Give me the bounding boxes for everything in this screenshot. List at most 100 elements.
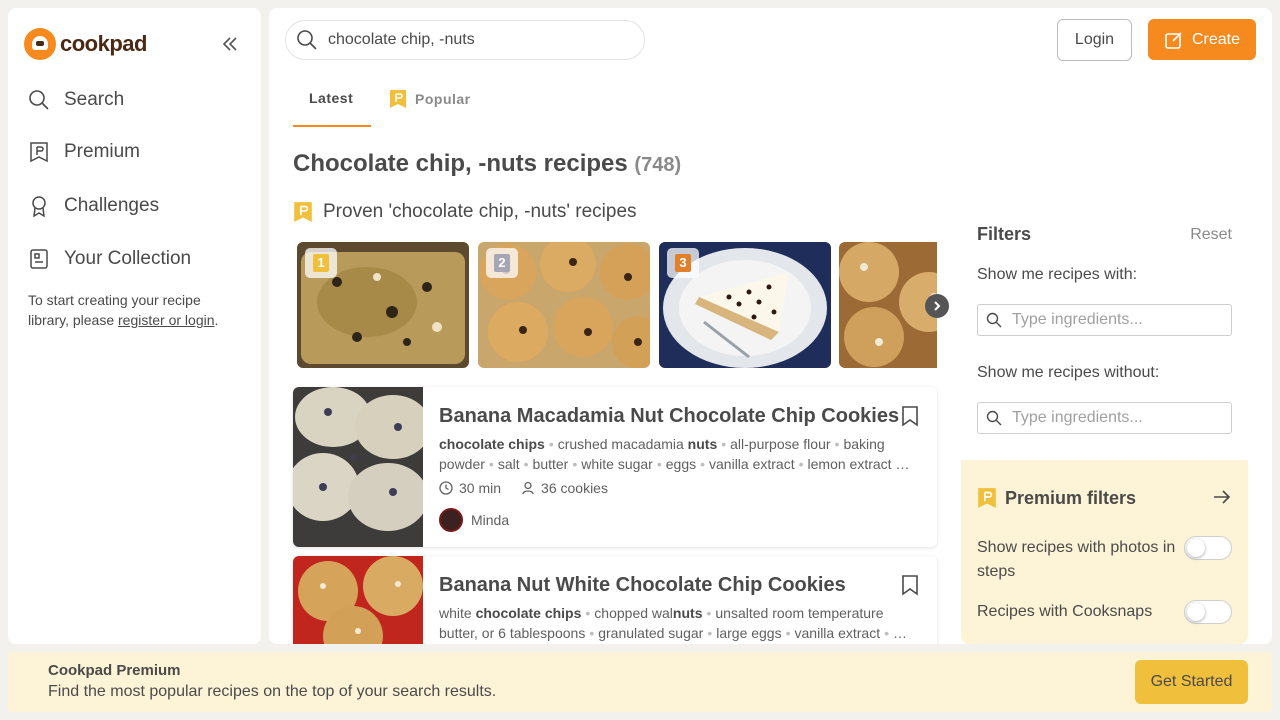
- exclude-ingredients-input[interactable]: [1012, 409, 1212, 427]
- ingredient-separator: •: [706, 605, 712, 621]
- proven-carousel: 1 2 3: [297, 242, 937, 368]
- ingredient: white chocolate chips: [439, 605, 581, 621]
- proven-recipe-thumbnail[interactable]: 1: [297, 242, 469, 368]
- proven-recipe-thumbnail[interactable]: 2: [478, 242, 650, 368]
- recipe-card[interactable]: Banana Macadamia Nut Chocolate Chip Cook…: [293, 387, 937, 547]
- exclude-ingredients-field[interactable]: [977, 402, 1232, 434]
- sidebar-item-label: Search: [64, 89, 125, 110]
- ingredient-separator: •: [707, 625, 713, 641]
- edit-icon: [1165, 31, 1182, 49]
- recipe-photo: [293, 387, 423, 547]
- rank-number: 2: [494, 254, 510, 272]
- get-started-button[interactable]: Get Started: [1135, 660, 1248, 704]
- cook-time: 30 min: [439, 480, 501, 496]
- ingredient-text: vanilla extract: [709, 456, 795, 472]
- double-chevron-left-icon[interactable]: [220, 34, 240, 54]
- chevron-right-icon: [934, 301, 941, 311]
- search-input[interactable]: [328, 31, 628, 49]
- filters-reset-link[interactable]: Reset: [1190, 226, 1232, 244]
- filter-label: Recipes with Cooksnaps: [977, 603, 1153, 620]
- ingredient: granulated sugar: [598, 625, 703, 641]
- avatar: [439, 508, 463, 532]
- ingredient-text: vanilla extract: [794, 625, 881, 641]
- bookmark-icon[interactable]: [901, 574, 919, 601]
- results-count: (748): [634, 154, 682, 176]
- arrow-right-icon[interactable]: [1212, 488, 1232, 511]
- carousel-next-button[interactable]: [925, 294, 949, 318]
- cooksnaps-filter: Recipes with Cooksnaps: [977, 600, 1232, 624]
- search-icon: [986, 410, 1002, 426]
- results-query: Chocolate chip, -nuts: [293, 150, 538, 177]
- tab-popular[interactable]: Popular: [389, 89, 471, 109]
- ingredient-text: granulated sugar: [598, 625, 704, 641]
- ingredient-separator: •: [488, 456, 494, 472]
- ingredient-text: all-purpose flour: [730, 436, 831, 452]
- include-label: Show me recipes with:: [977, 266, 1138, 283]
- create-button[interactable]: Create: [1148, 19, 1256, 60]
- ingredient-separator: •: [656, 456, 662, 472]
- filters-title: Filters: [977, 224, 1032, 244]
- recipe-title[interactable]: Banana Nut White Chocolate Chip Cookies: [439, 574, 846, 597]
- sidebar-item-search[interactable]: Search: [28, 89, 124, 111]
- ingredient-text: chopped wal: [594, 605, 673, 621]
- ingredient-text: eggs: [665, 456, 697, 472]
- premium-filters-heading[interactable]: Premium filters: [977, 487, 1136, 509]
- search-icon: [986, 312, 1002, 328]
- recipe-title[interactable]: Banana Macadamia Nut Chocolate Chip Cook…: [439, 405, 899, 428]
- award-icon: [32, 196, 46, 217]
- results-title: Chocolate chip, -nuts recipes (748): [293, 150, 681, 178]
- ingredient: salt: [498, 456, 520, 472]
- ingredient-keyword: nuts: [672, 605, 703, 621]
- proven-recipe-thumbnail[interactable]: [839, 242, 937, 368]
- ingredient-text: crushed macadamia: [557, 436, 688, 452]
- ingredient-separator: •: [798, 456, 804, 472]
- ingredient-text: white sugar: [581, 456, 653, 472]
- ingredient-separator: •: [700, 456, 706, 472]
- cook-time-value: 30 min: [459, 480, 502, 496]
- ingredient-separator: •: [785, 625, 791, 641]
- filter-label: Show recipes with photos in steps: [977, 539, 1176, 580]
- exclude-label: Show me recipes without:: [977, 364, 1160, 381]
- login-button[interactable]: Login: [1057, 19, 1132, 61]
- ingredient-keyword: chocolate chips: [439, 436, 545, 452]
- author-name: Minda: [471, 512, 510, 528]
- ingredient: lemon extract …: [808, 456, 910, 472]
- search-bar[interactable]: [285, 20, 645, 60]
- include-ingredients-input[interactable]: [1012, 311, 1212, 329]
- register-login-link[interactable]: register or login: [118, 312, 215, 328]
- recipe-meta: 30 min 36 cookies: [439, 480, 608, 496]
- cooksnaps-toggle[interactable]: [1184, 600, 1232, 624]
- ingredient: chocolate chips: [439, 436, 545, 452]
- ingredient-text: butter: [532, 456, 569, 472]
- premium-bookmark-icon: [978, 488, 996, 508]
- bookmark-icon[interactable]: [901, 405, 919, 432]
- include-ingredients-field[interactable]: [977, 304, 1232, 336]
- ingredient-keyword: nuts: [687, 436, 718, 452]
- rank-badge: 3: [667, 248, 699, 278]
- filters-panel: Filters Reset Show me recipes with: Show…: [961, 196, 1248, 644]
- rank-number: 1: [313, 254, 329, 272]
- recipe-author[interactable]: Minda: [439, 508, 509, 532]
- premium-banner: Cookpad Premium Find the most popular re…: [8, 652, 1272, 712]
- servings: 36 cookies: [521, 480, 608, 496]
- sidebar-item-collection[interactable]: Your Collection: [28, 248, 191, 270]
- recipe-card[interactable]: Banana Nut White Chocolate Chip Cookies …: [293, 556, 937, 644]
- proven-recipe-thumbnail[interactable]: 3: [659, 242, 831, 368]
- tab-popular-label: Popular: [415, 91, 471, 107]
- recipe-photo: [293, 556, 423, 644]
- white-chip-cookies-photo: [839, 242, 937, 368]
- ingredient-separator: •: [548, 436, 554, 452]
- rank-number: 3: [675, 254, 691, 272]
- banner-title: Cookpad Premium: [48, 662, 181, 679]
- ingredient-keyword: chocolate chips: [475, 605, 582, 621]
- photos-in-steps-filter: Show recipes with photos in steps: [977, 536, 1232, 584]
- tab-latest[interactable]: Latest: [309, 90, 353, 106]
- cookpad-logo[interactable]: cookpad: [24, 28, 147, 60]
- clock-icon: [439, 481, 453, 495]
- sidebar-item-premium[interactable]: Premium: [28, 141, 140, 163]
- photos-in-steps-toggle[interactable]: [1184, 536, 1232, 560]
- ingredient-separator: •: [721, 436, 727, 452]
- sidebar: cookpad Search Premium Challenges Your C…: [8, 8, 261, 644]
- sidebar-item-challenges[interactable]: Challenges: [28, 195, 159, 217]
- recipe-ingredients: chocolate chips • crushed macadamia nuts • a…: [439, 434, 923, 474]
